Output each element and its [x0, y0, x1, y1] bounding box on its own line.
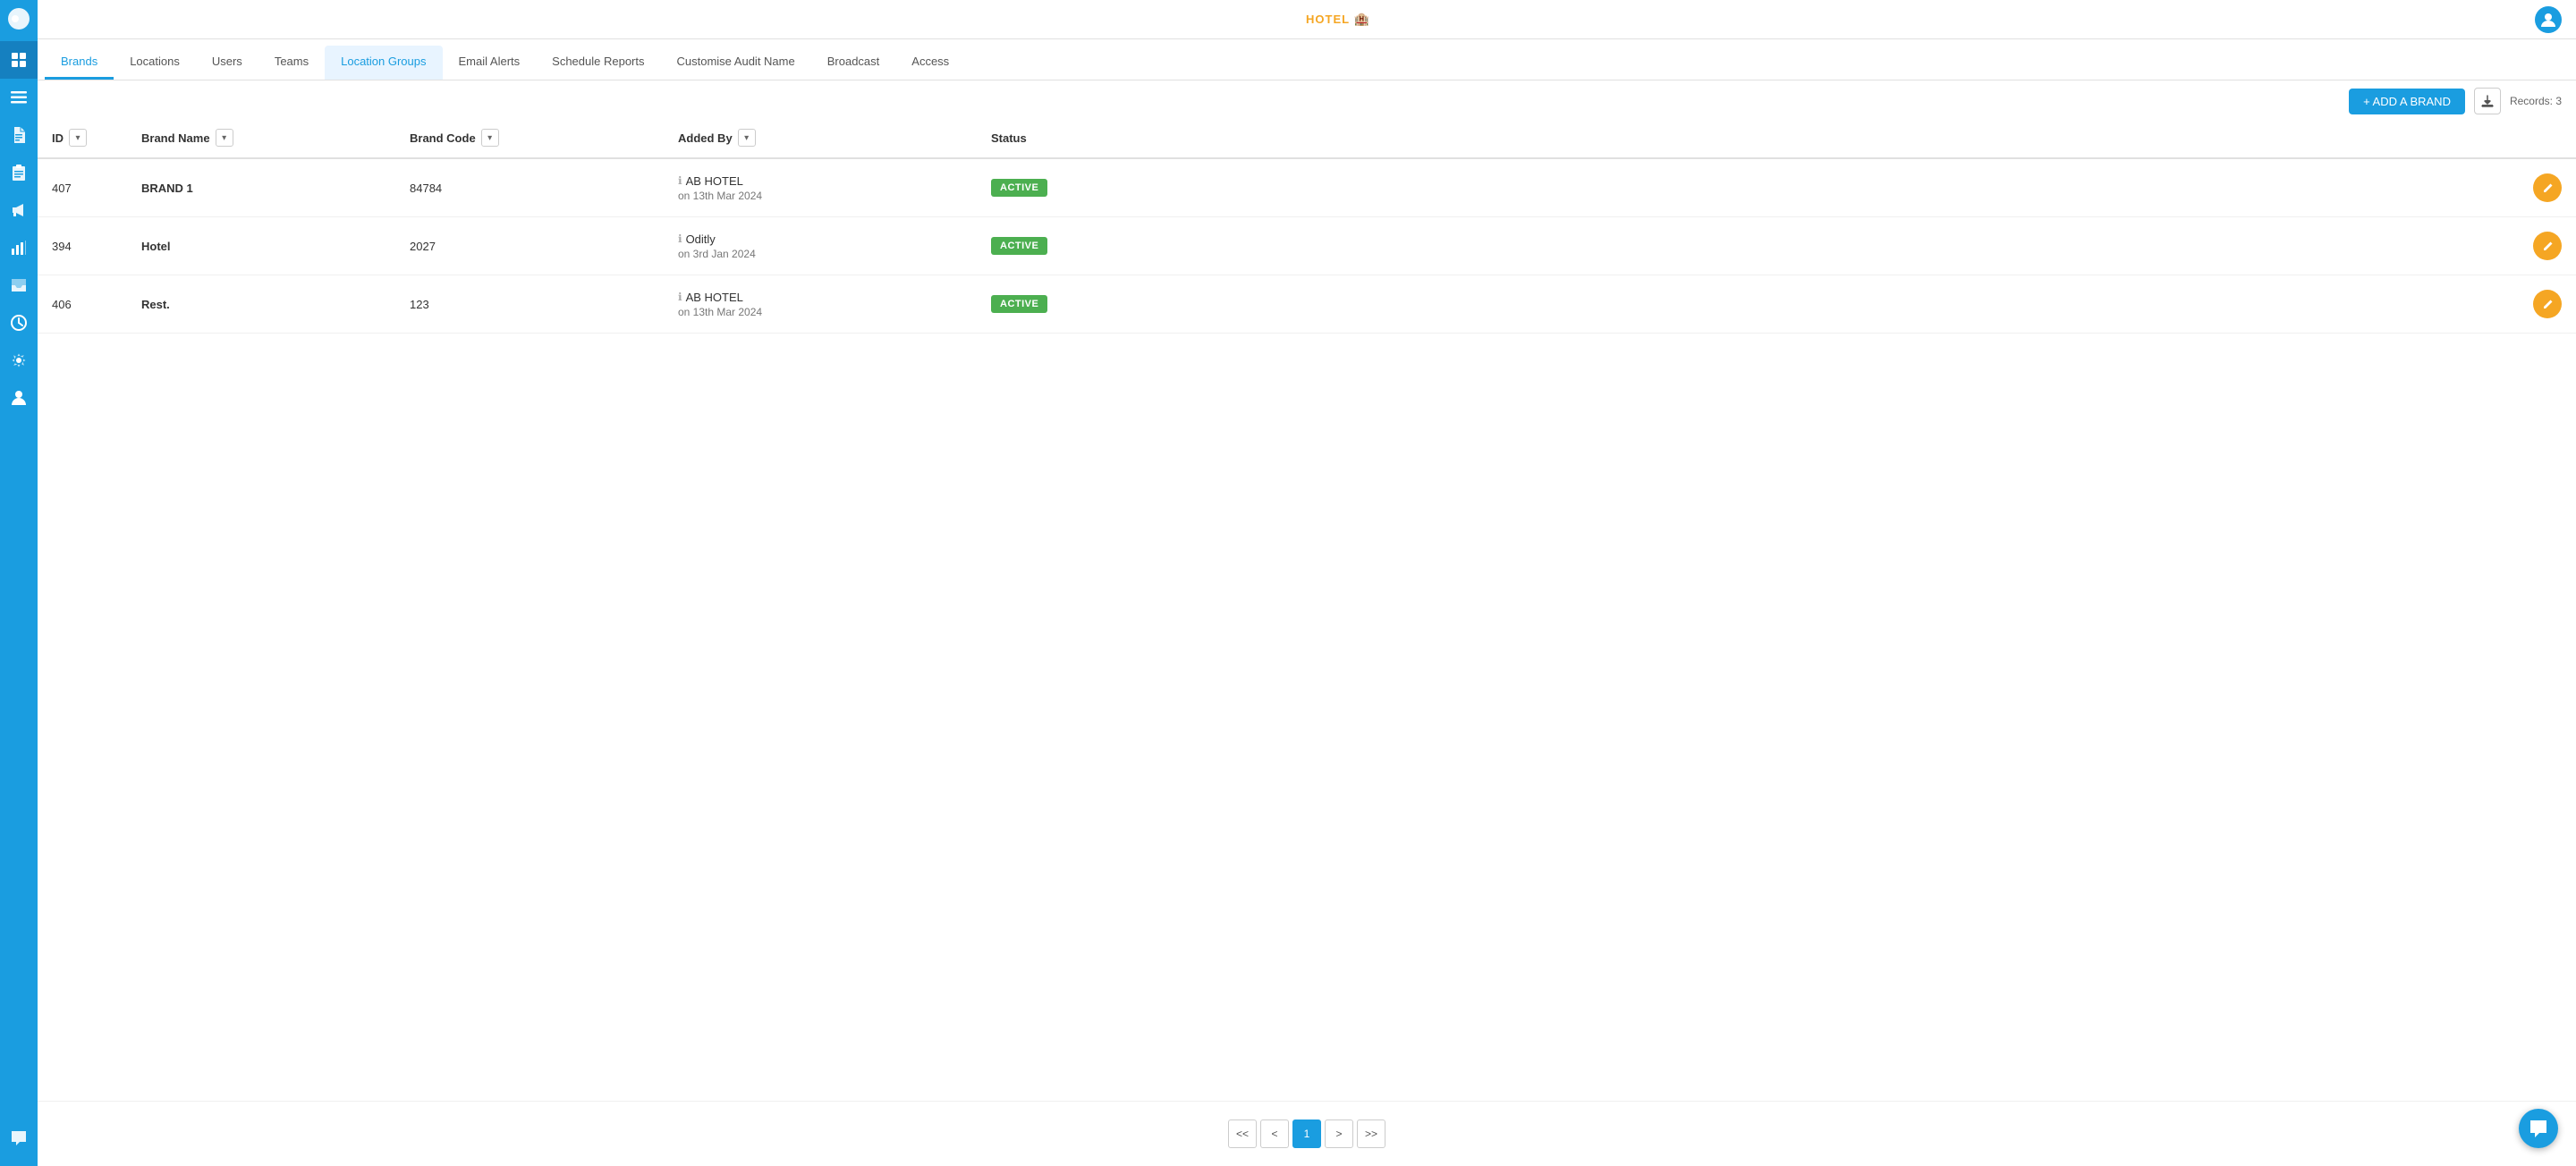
hotel-logo-icon: 🏨 — [1354, 12, 1370, 26]
user-avatar[interactable] — [2535, 6, 2562, 33]
pagination-current[interactable]: 1 — [1292, 1120, 1321, 1148]
cell-edit-2 — [2519, 275, 2576, 334]
cell-brand-name-0: BRAND 1 — [127, 158, 395, 217]
cell-id-0: 407 — [38, 158, 127, 217]
sidebar-item-chart[interactable] — [0, 229, 38, 266]
sidebar-item-megaphone[interactable] — [0, 191, 38, 229]
cell-brand-code-1: 2027 — [395, 217, 664, 275]
cell-status-2: ACTIVE — [977, 275, 2519, 334]
col-label-brand-name: Brand Name — [141, 131, 210, 145]
pagination: << < 1 > >> — [38, 1101, 2576, 1166]
pagination-last[interactable]: >> — [1357, 1120, 1385, 1148]
download-button[interactable] — [2474, 88, 2501, 114]
cell-edit-0 — [2519, 158, 2576, 217]
status-badge-1: ACTIVE — [991, 237, 1047, 255]
sort-added-by-button[interactable]: ▾ — [738, 129, 756, 147]
topbar: HOTEL 🏨 — [38, 0, 2576, 39]
col-header-added-by: Added By ▾ — [664, 118, 977, 158]
col-label-id: ID — [52, 131, 64, 145]
info-icon-2: ℹ — [678, 291, 682, 303]
added-by-name-1: Oditly — [686, 232, 716, 246]
nav-tabs: Brands Locations Users Teams Location Gr… — [38, 39, 2576, 80]
added-by-name-2: AB HOTEL — [686, 291, 743, 304]
content-area: ID ▾ Brand Name ▾ Brand — [38, 118, 2576, 1166]
col-label-brand-code: Brand Code — [410, 131, 476, 145]
sidebar-item-clipboard[interactable] — [0, 154, 38, 191]
tab-brands[interactable]: Brands — [45, 46, 114, 80]
added-by-date-0: on 13th Mar 2024 — [678, 190, 962, 202]
sidebar-item-inbox[interactable] — [0, 266, 38, 304]
cell-added-by-1: ℹ Oditly on 3rd Jan 2024 — [664, 217, 977, 275]
tab-broadcast[interactable]: Broadcast — [811, 46, 896, 80]
sidebar-chat-icon[interactable] — [0, 1120, 38, 1157]
tab-locations[interactable]: Locations — [114, 46, 196, 80]
sidebar-item-clock[interactable] — [0, 304, 38, 342]
col-label-status: Status — [991, 131, 1027, 145]
info-icon-0: ℹ — [678, 174, 682, 187]
table-header-row: ID ▾ Brand Name ▾ Brand — [38, 118, 2576, 158]
table-row: 406 Rest. 123 ℹ AB HOTEL on 13th Mar 202… — [38, 275, 2576, 334]
sidebar-item-list[interactable] — [0, 79, 38, 116]
pagination-prev[interactable]: < — [1260, 1120, 1289, 1148]
tab-schedule-reports[interactable]: Schedule Reports — [536, 46, 660, 80]
col-header-status: Status — [977, 118, 2519, 158]
topbar-right — [2535, 6, 2562, 33]
col-label-added-by: Added By — [678, 131, 733, 145]
topbar-logo: HOTEL 🏨 — [1306, 12, 1370, 27]
col-header-actions — [2519, 118, 2576, 158]
cell-id-2: 406 — [38, 275, 127, 334]
status-badge-2: ACTIVE — [991, 295, 1047, 313]
sort-brand-code-button[interactable]: ▾ — [481, 129, 499, 147]
sidebar-logo[interactable] — [0, 0, 38, 38]
tab-email-alerts[interactable]: Email Alerts — [443, 46, 537, 80]
tab-location-groups[interactable]: Location Groups — [325, 46, 442, 80]
sidebar-item-gear[interactable] — [0, 342, 38, 379]
records-count: Records: 3 — [2510, 95, 2562, 107]
col-header-brand-name: Brand Name ▾ — [127, 118, 395, 158]
tab-teams[interactable]: Teams — [258, 46, 325, 80]
edit-button-1[interactable] — [2533, 232, 2562, 260]
pagination-next[interactable]: > — [1325, 1120, 1353, 1148]
added-by-name-0: AB HOTEL — [686, 174, 743, 188]
added-by-date-2: on 13th Mar 2024 — [678, 306, 962, 318]
sidebar — [0, 0, 38, 1166]
table-row: 407 BRAND 1 84784 ℹ AB HOTEL on 13th Mar… — [38, 158, 2576, 217]
chat-fab[interactable] — [2519, 1109, 2558, 1148]
sort-id-button[interactable]: ▾ — [69, 129, 87, 147]
sidebar-item-person[interactable] — [0, 379, 38, 417]
tab-users[interactable]: Users — [196, 46, 258, 80]
status-badge-0: ACTIVE — [991, 179, 1047, 197]
edit-button-2[interactable] — [2533, 290, 2562, 318]
cell-edit-1 — [2519, 217, 2576, 275]
cell-added-by-0: ℹ AB HOTEL on 13th Mar 2024 — [664, 158, 977, 217]
add-brand-button[interactable]: + ADD A BRAND — [2349, 89, 2465, 114]
cell-status-1: ACTIVE — [977, 217, 2519, 275]
tab-access[interactable]: Access — [895, 46, 965, 80]
edit-button-0[interactable] — [2533, 173, 2562, 202]
cell-brand-code-0: 84784 — [395, 158, 664, 217]
cell-brand-name-1: Hotel — [127, 217, 395, 275]
brands-table: ID ▾ Brand Name ▾ Brand — [38, 118, 2576, 334]
sidebar-item-grid[interactable] — [0, 41, 38, 79]
sidebar-item-document[interactable] — [0, 116, 38, 154]
cell-added-by-2: ℹ AB HOTEL on 13th Mar 2024 — [664, 275, 977, 334]
actions-row: + ADD A BRAND Records: 3 — [38, 80, 2576, 118]
hotel-logo-text: HOTEL — [1306, 13, 1350, 26]
col-header-brand-code: Brand Code ▾ — [395, 118, 664, 158]
cell-status-0: ACTIVE — [977, 158, 2519, 217]
pagination-first[interactable]: << — [1228, 1120, 1257, 1148]
cell-id-1: 394 — [38, 217, 127, 275]
col-header-id: ID ▾ — [38, 118, 127, 158]
cell-brand-name-2: Rest. — [127, 275, 395, 334]
sort-brand-name-button[interactable]: ▾ — [216, 129, 233, 147]
table-container: ID ▾ Brand Name ▾ Brand — [38, 118, 2576, 1101]
table-row: 394 Hotel 2027 ℹ Oditly on 3rd Jan 2024 … — [38, 217, 2576, 275]
cell-brand-code-2: 123 — [395, 275, 664, 334]
info-icon-1: ℹ — [678, 232, 682, 245]
added-by-date-1: on 3rd Jan 2024 — [678, 248, 962, 260]
tab-customise-audit[interactable]: Customise Audit Name — [661, 46, 811, 80]
main-content: HOTEL 🏨 Brands Locations Users Teams Loc… — [38, 0, 2576, 1166]
